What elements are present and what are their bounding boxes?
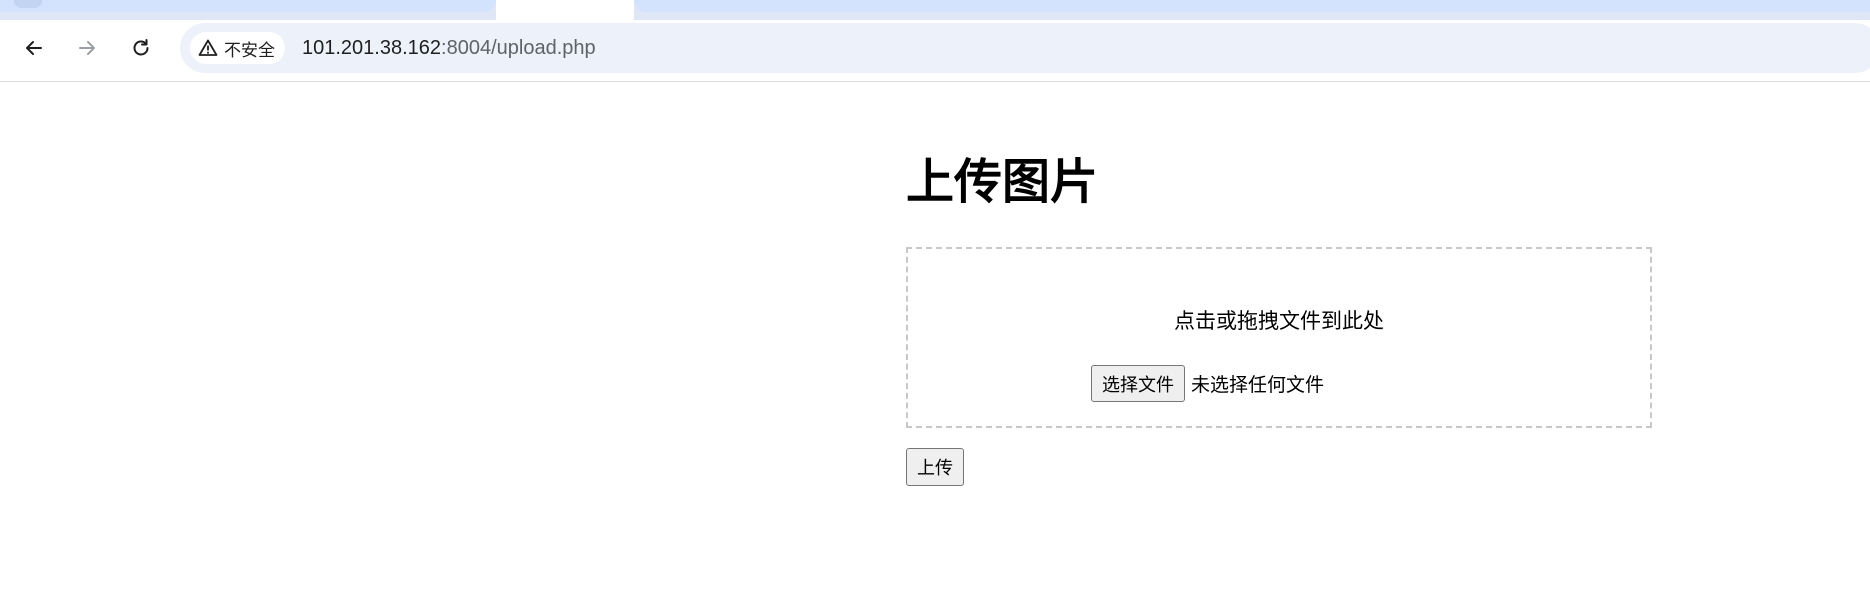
forward-arrow-icon: [79, 41, 95, 55]
warning-triangle-icon: [198, 39, 218, 56]
reload-icon: [133, 39, 149, 56]
url-text[interactable]: 101.201.38.162:8004/upload.php: [302, 35, 596, 61]
url-host: 101.201.38.162: [302, 37, 442, 59]
security-chip[interactable]: 不安全: [190, 32, 285, 64]
tab-favicon-icon: [14, 0, 42, 8]
dropzone-hint: 点击或拖拽文件到此处: [1174, 309, 1384, 333]
address-bar[interactable]: 不安全 101.201.38.162:8004/upload.php: [180, 23, 1870, 73]
url-path: :8004/upload.php: [441, 37, 596, 59]
browser-toolbar: 不安全 101.201.38.162:8004/upload.php: [0, 20, 1870, 82]
file-input[interactable]: 选择文件 未选择任何文件: [1091, 365, 1324, 402]
choose-file-button[interactable]: 选择文件: [1091, 365, 1185, 402]
file-status-text: 未选择任何文件: [1191, 374, 1325, 396]
forward-button[interactable]: [69, 30, 105, 66]
tab-inactive-left[interactable]: [0, 0, 496, 12]
tab-inactive-right[interactable]: [634, 0, 1870, 12]
security-label: 不安全: [224, 40, 275, 61]
reload-button[interactable]: [123, 30, 159, 66]
tab-strip: [0, 0, 1870, 20]
back-arrow-icon: [26, 41, 42, 55]
file-dropzone[interactable]: 点击或拖拽文件到此处 选择文件 未选择任何文件: [906, 247, 1652, 428]
upload-button[interactable]: 上传: [906, 448, 964, 486]
page-title: 上传图片: [906, 154, 1099, 210]
tab-active[interactable]: [496, 0, 634, 20]
back-button[interactable]: [16, 30, 52, 66]
